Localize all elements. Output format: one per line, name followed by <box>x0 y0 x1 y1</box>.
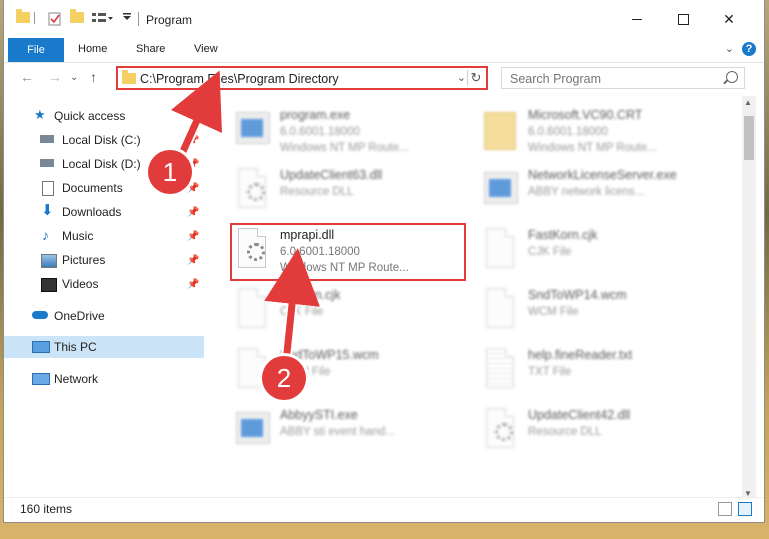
arrow-1 <box>170 70 222 160</box>
annotation-arrows <box>170 70 320 363</box>
step-1-badge: 1 <box>148 150 192 194</box>
arrow-2 <box>264 248 320 363</box>
step-2-badge: 2 <box>262 356 306 400</box>
